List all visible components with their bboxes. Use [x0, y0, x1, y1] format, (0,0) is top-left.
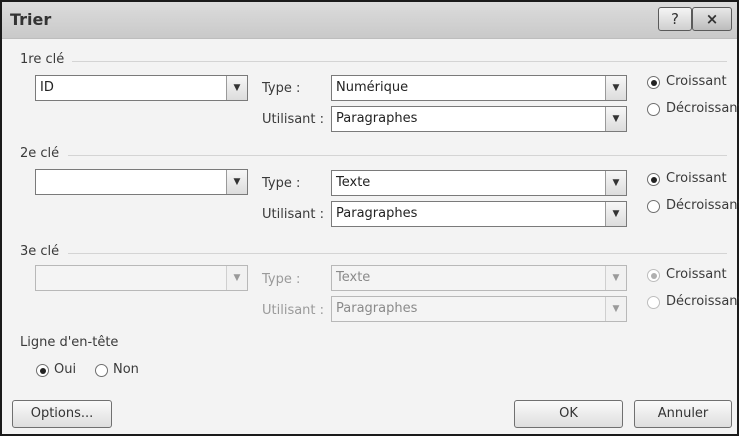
key3-descending-radio[interactable] [647, 296, 660, 309]
header-no-label[interactable]: Non [113, 362, 139, 377]
header-yes-label[interactable]: Oui [54, 362, 76, 377]
key1-descending-label[interactable]: Décroissant [666, 101, 739, 116]
key3-ascending-radio[interactable] [647, 269, 660, 282]
key1-divider [72, 61, 727, 62]
help-button[interactable]: ? [658, 7, 692, 31]
key1-type-combo[interactable]: Numérique ▼ [331, 75, 627, 101]
key2-using-value: Paragraphes [336, 206, 418, 221]
key1-type-label: Type : [262, 81, 301, 96]
chevron-down-icon[interactable]: ▼ [605, 202, 626, 226]
key1-field-value: ID [40, 80, 54, 95]
key1-type-value: Numérique [336, 80, 409, 95]
chevron-down-icon[interactable]: ▼ [226, 170, 247, 194]
cancel-button[interactable]: Annuler [634, 400, 732, 428]
key1-ascending-radio[interactable] [647, 76, 660, 89]
key3-descending-label[interactable]: Décroissant [666, 294, 739, 309]
chevron-down-icon[interactable]: ▼ [605, 107, 626, 131]
header-no-radio[interactable] [95, 364, 108, 377]
key3-field-combo[interactable]: ▼ [35, 265, 248, 291]
key3-divider [68, 253, 727, 254]
key3-using-value: Paragraphes [336, 301, 418, 316]
key3-type-value: Texte [336, 270, 371, 285]
key2-descending-label[interactable]: Décroissant [666, 198, 739, 213]
key2-divider [68, 155, 727, 156]
key1-group-label: 1re clé [20, 52, 65, 67]
key3-type-label: Type : [262, 272, 301, 287]
key2-field-combo[interactable]: ▼ [35, 169, 248, 195]
key1-ascending-label[interactable]: Croissant [666, 74, 727, 89]
chevron-down-icon[interactable]: ▼ [605, 76, 626, 100]
chevron-down-icon[interactable]: ▼ [605, 266, 626, 290]
key2-descending-radio[interactable] [647, 200, 660, 213]
sort-dialog: Trier ? × 1re clé ID ▼ Type : Numérique … [0, 0, 739, 436]
key2-type-label: Type : [262, 176, 301, 191]
key3-using-combo[interactable]: Paragraphes ▼ [331, 296, 627, 322]
window-title: Trier [10, 10, 52, 29]
header-row-label: Ligne d'en-tête [20, 335, 119, 350]
chevron-down-icon[interactable]: ▼ [226, 266, 247, 290]
chevron-down-icon[interactable]: ▼ [226, 76, 247, 100]
key2-type-value: Texte [336, 175, 371, 190]
key1-using-combo[interactable]: Paragraphes ▼ [331, 106, 627, 132]
key2-type-combo[interactable]: Texte ▼ [331, 170, 627, 196]
key3-group-label: 3e clé [20, 244, 60, 259]
options-button[interactable]: Options... [12, 400, 112, 428]
key1-using-label: Utilisant : [262, 112, 325, 127]
chevron-down-icon[interactable]: ▼ [605, 171, 626, 195]
key3-type-combo[interactable]: Texte ▼ [331, 265, 627, 291]
key1-field-combo[interactable]: ID ▼ [35, 75, 248, 101]
key2-group-label: 2e clé [20, 146, 60, 161]
key3-using-label: Utilisant : [262, 303, 325, 318]
key2-using-label: Utilisant : [262, 207, 325, 222]
title-bar[interactable]: Trier ? × [2, 2, 737, 39]
key3-ascending-label[interactable]: Croissant [666, 267, 727, 282]
header-yes-radio[interactable] [36, 364, 49, 377]
key2-ascending-radio[interactable] [647, 173, 660, 186]
key2-ascending-label[interactable]: Croissant [666, 171, 727, 186]
chevron-down-icon[interactable]: ▼ [605, 297, 626, 321]
close-button[interactable]: × [692, 7, 732, 31]
key1-using-value: Paragraphes [336, 111, 418, 126]
key1-descending-radio[interactable] [647, 103, 660, 116]
key2-using-combo[interactable]: Paragraphes ▼ [331, 201, 627, 227]
ok-button[interactable]: OK [514, 400, 623, 428]
